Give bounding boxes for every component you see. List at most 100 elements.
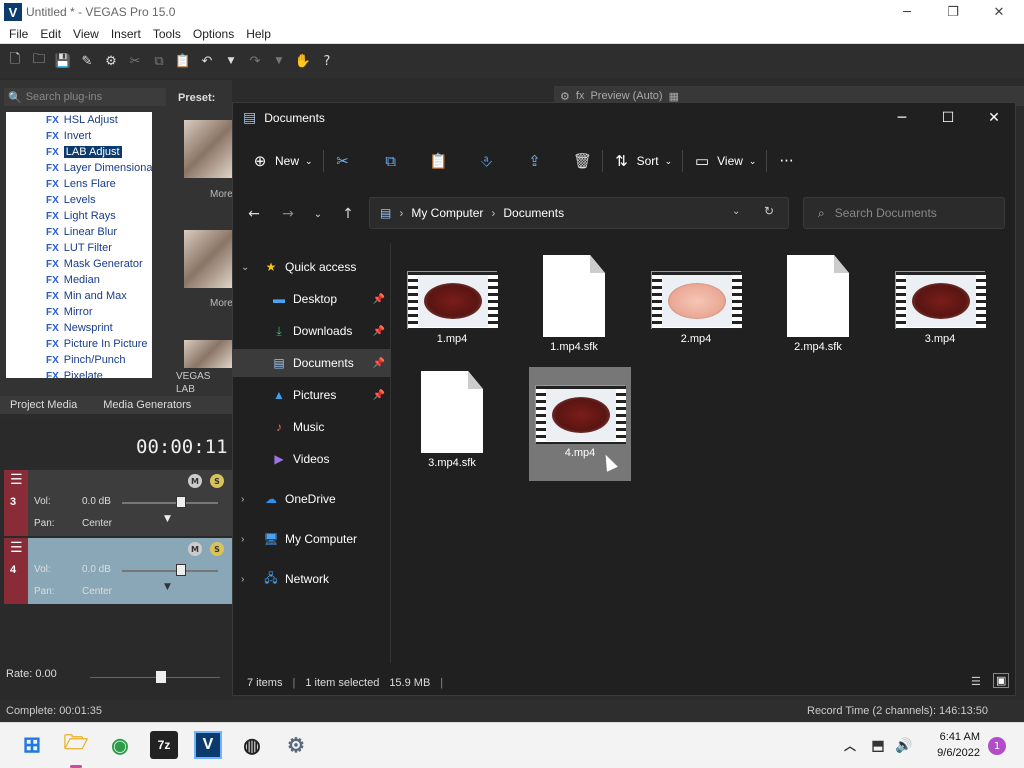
plugin-item[interactable]: FX Min and Max xyxy=(6,288,152,304)
undo-dropdown-icon[interactable]: ▼ xyxy=(222,52,240,70)
plugin-item[interactable]: FX HSL Adjust xyxy=(6,112,152,128)
new-button[interactable]: ⊕ New ⌄ xyxy=(251,152,313,170)
plugin-item[interactable]: FX Levels xyxy=(6,192,152,208)
nav-documents[interactable]: ▤ Documents 📌 xyxy=(233,349,391,377)
file-item[interactable]: 3.mp4 xyxy=(889,253,991,367)
up-arrow-icon[interactable]: ↑ xyxy=(339,205,357,223)
explorer-close-button[interactable]: ✕ xyxy=(971,103,1017,133)
7zip-icon[interactable]: 7z xyxy=(150,731,178,759)
redo-dropdown-icon[interactable]: ▼ xyxy=(270,52,288,70)
nav-network[interactable]: › 🖧 Network xyxy=(233,565,391,593)
redo-icon[interactable]: ↷ xyxy=(246,52,264,70)
chrome-icon[interactable]: ◉ xyxy=(106,731,134,759)
undo-icon[interactable]: ↶ xyxy=(198,52,216,70)
plugin-item[interactable]: FX Median xyxy=(6,272,152,288)
hand-tool-icon[interactable]: ✋ xyxy=(294,52,312,70)
file-item[interactable]: 2.mp4 xyxy=(645,253,747,367)
network-icon[interactable]: ⬒ xyxy=(864,731,892,759)
pan-slider-handle[interactable]: ▼ xyxy=(164,582,171,592)
file-item[interactable]: 1.mp4.sfk xyxy=(523,253,625,367)
vegas-close-button[interactable]: ✕ xyxy=(976,0,1022,24)
vegas-taskbar-icon[interactable]: V xyxy=(194,731,222,759)
vol-slider[interactable] xyxy=(122,502,218,504)
rate-slider-handle[interactable] xyxy=(156,671,166,683)
file-explorer-icon[interactable]: 🗁 xyxy=(62,731,90,759)
nav-downloads[interactable]: ⤓ Downloads 📌 xyxy=(233,317,391,345)
plugin-item[interactable]: FX Invert xyxy=(6,128,152,144)
new-file-icon[interactable]: 🗋 xyxy=(6,52,24,70)
paste-icon[interactable]: 📋 xyxy=(429,152,448,170)
rename-icon[interactable]: ⎀ xyxy=(478,152,496,170)
save-icon[interactable]: 💾 xyxy=(54,52,72,70)
sort-button[interactable]: ⇅ Sort ⌄ xyxy=(613,152,672,170)
menu-help[interactable]: Help xyxy=(240,27,277,41)
vol-slider[interactable] xyxy=(122,570,218,572)
track-menu-icon[interactable]: ☰ xyxy=(10,472,23,488)
preset-thumbnail[interactable] xyxy=(184,230,232,288)
plugin-item[interactable]: FX LAB Adjust xyxy=(6,144,152,160)
plugin-item[interactable]: FX Picture In Picture xyxy=(6,336,152,352)
menu-tools[interactable]: Tools xyxy=(147,27,187,41)
menu-view[interactable]: View xyxy=(67,27,105,41)
vol-slider-handle[interactable] xyxy=(176,564,186,576)
plugin-item[interactable]: FX Newsprint xyxy=(6,320,152,336)
notification-badge[interactable]: 1 xyxy=(988,737,1006,755)
cut-icon[interactable]: ✂ xyxy=(126,52,144,70)
solo-icon[interactable]: S xyxy=(210,474,224,488)
more-options-icon[interactable]: ··· xyxy=(777,152,795,170)
menu-insert[interactable]: Insert xyxy=(105,27,147,41)
help-icon[interactable]: ? xyxy=(318,52,336,70)
preset-thumbnail[interactable] xyxy=(184,120,232,178)
address-bar[interactable]: ▤ › My Computer › Documents ⌄ ↻ xyxy=(369,197,789,229)
volume-icon[interactable]: 🔊 xyxy=(890,731,918,759)
open-folder-icon[interactable]: 🗀 xyxy=(30,52,48,70)
menu-edit[interactable]: Edit xyxy=(34,27,67,41)
clock[interactable]: 6:41 AM 9/6/2022 xyxy=(937,729,980,761)
mute-icon[interactable]: M xyxy=(188,474,202,488)
plugin-item[interactable]: FX LUT Filter xyxy=(6,240,152,256)
chevron-right-icon[interactable]: › xyxy=(241,494,255,505)
address-dropdown-icon[interactable]: ⌄ xyxy=(732,206,740,217)
plugin-item[interactable]: FX Linear Blur xyxy=(6,224,152,240)
nav-music[interactable]: ♪ Music xyxy=(233,413,391,441)
plugin-item[interactable]: FX Pinch/Punch xyxy=(6,352,152,368)
refresh-icon[interactable]: ↻ xyxy=(764,204,774,218)
nav-pictures[interactable]: ▲ Pictures 📌 xyxy=(233,381,391,409)
menu-file[interactable]: File xyxy=(3,27,34,41)
nav-quick-access[interactable]: ⌄ ★ Quick access xyxy=(233,253,391,281)
forward-arrow-icon[interactable]: → xyxy=(279,205,297,223)
vol-slider-handle[interactable] xyxy=(176,496,186,508)
plugin-item[interactable]: FX Layer Dimensionality xyxy=(6,160,152,176)
track-3[interactable]: ☰ 3 M S Vol: 0.0 dB Pan: Center ▼ xyxy=(4,470,232,536)
windows-start-icon[interactable]: ⊞ xyxy=(18,731,46,759)
grid-icon[interactable]: ▦ xyxy=(669,90,679,103)
plugin-item[interactable]: FX Lens Flare xyxy=(6,176,152,192)
nav-desktop[interactable]: ▬ Desktop 📌 xyxy=(233,285,391,313)
breadcrumb-my-computer[interactable]: My Computer xyxy=(411,206,483,220)
preview-quality-dropdown[interactable]: Preview (Auto) xyxy=(590,90,662,102)
copy-icon[interactable]: ⧉ xyxy=(382,152,400,170)
save-as-icon[interactable]: ✎ xyxy=(78,52,96,70)
back-arrow-icon[interactable]: ← xyxy=(245,205,263,223)
search-box[interactable]: ⌕ xyxy=(803,197,1005,229)
app-icon[interactable]: ◍ xyxy=(238,731,266,759)
chevron-up-icon[interactable]: ︿ xyxy=(836,731,864,759)
nav-onedrive[interactable]: › ☁ OneDrive xyxy=(233,485,391,513)
nav-videos[interactable]: ▶ Videos xyxy=(233,445,391,473)
file-item[interactable]: 2.mp4.sfk xyxy=(767,253,869,367)
solo-icon[interactable]: S xyxy=(210,542,224,556)
preset-thumbnail[interactable] xyxy=(184,340,232,368)
chevron-right-icon[interactable]: › xyxy=(241,534,255,545)
cut-icon[interactable]: ✂ xyxy=(334,152,352,170)
plugin-item[interactable]: FX Mask Generator xyxy=(6,256,152,272)
track-4[interactable]: ☰ 4 M S Vol: 0.0 dB Pan: Center ▼ xyxy=(4,538,232,604)
paste-icon[interactable]: 📋 xyxy=(174,52,192,70)
chevron-down-icon[interactable]: ⌄ xyxy=(241,262,255,273)
vegas-minimize-button[interactable]: ─ xyxy=(884,0,930,24)
pan-slider-handle[interactable]: ▼ xyxy=(164,514,171,524)
plugin-search-input[interactable]: 🔍 Search plug-ins xyxy=(4,88,166,106)
share-icon[interactable]: ⇪ xyxy=(526,152,544,170)
track-menu-icon[interactable]: ☰ xyxy=(10,540,23,556)
plugin-item[interactable]: FX Pixelate xyxy=(6,368,152,378)
plugin-item[interactable]: FX Mirror xyxy=(6,304,152,320)
